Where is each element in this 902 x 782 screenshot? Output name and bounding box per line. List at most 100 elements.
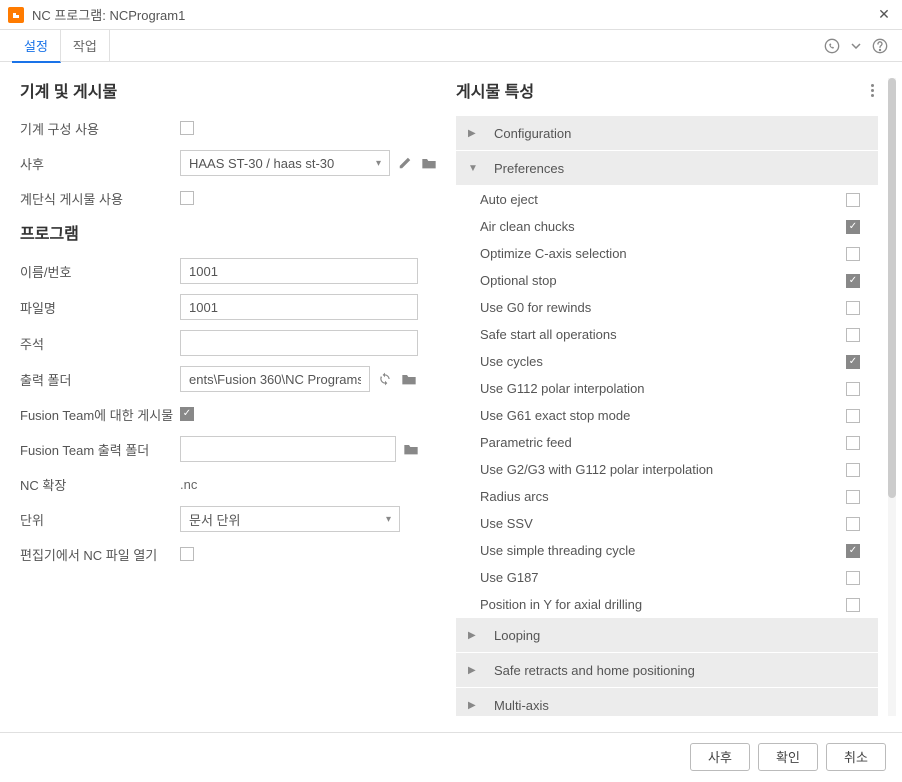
pref-checkbox[interactable]: [846, 544, 860, 558]
pref-row: Use G0 for rewinds: [456, 294, 878, 321]
pref-row: Position in Y for axial drilling: [456, 591, 878, 618]
pref-checkbox[interactable]: [846, 409, 860, 423]
pref-label: Optimize C-axis selection: [480, 246, 846, 261]
chevron-right-icon: ▶: [468, 630, 484, 641]
pref-checkbox[interactable]: [846, 220, 860, 234]
folder-icon[interactable]: [400, 370, 418, 388]
pref-checkbox[interactable]: [846, 490, 860, 504]
pref-row: Use G112 polar interpolation: [456, 375, 878, 402]
unit-label: 단위: [20, 510, 180, 529]
pref-label: Use G112 polar interpolation: [480, 381, 846, 396]
more-icon[interactable]: [867, 80, 878, 101]
accordion-multi-axis[interactable]: ▶ Multi-axis: [456, 688, 878, 716]
pref-label: Use G61 exact stop mode: [480, 408, 846, 423]
name-number-input[interactable]: [180, 258, 418, 284]
accordion-preferences[interactable]: ▼ Preferences: [456, 151, 878, 185]
tab-operations[interactable]: 작업: [61, 30, 110, 61]
folder-icon[interactable]: [420, 154, 438, 172]
post-button[interactable]: 사후: [690, 743, 750, 771]
post-to-team-checkbox[interactable]: [180, 407, 194, 421]
file-name-label: 파일명: [20, 298, 180, 317]
ok-button[interactable]: 확인: [758, 743, 818, 771]
post-to-team-label: Fusion Team에 대한 게시물: [20, 405, 180, 424]
scrollbar[interactable]: [888, 78, 896, 716]
accordion-safe-retracts[interactable]: ▶ Safe retracts and home positioning: [456, 653, 878, 687]
right-panel: 게시물 특성 ▶ Configuration ▼ Preferences Aut…: [440, 62, 902, 732]
pref-row: Parametric feed: [456, 429, 878, 456]
section-machine-header: 기계 및 게시물: [20, 78, 420, 102]
pref-label: Use G187: [480, 570, 846, 585]
pref-label: Use SSV: [480, 516, 846, 531]
pref-row: Optimize C-axis selection: [456, 240, 878, 267]
folder-icon[interactable]: [402, 440, 420, 458]
toolbar: 설정 작업: [0, 30, 902, 62]
pref-checkbox[interactable]: [846, 247, 860, 261]
app-icon: [8, 7, 24, 23]
pref-checkbox[interactable]: [846, 571, 860, 585]
close-button[interactable]: ✕: [874, 6, 894, 23]
pref-label: Use simple threading cycle: [480, 543, 846, 558]
pref-checkbox[interactable]: [846, 517, 860, 531]
name-number-label: 이름/번호: [20, 262, 180, 281]
open-in-editor-checkbox[interactable]: [180, 547, 194, 561]
post-label: 사후: [20, 154, 180, 173]
pref-checkbox[interactable]: [846, 193, 860, 207]
pref-label: Use G2/G3 with G112 polar interpolation: [480, 462, 846, 477]
chevron-down-icon[interactable]: [850, 36, 862, 56]
pref-checkbox[interactable]: [846, 301, 860, 315]
chevron-right-icon: ▶: [468, 665, 484, 676]
pref-label: Use G0 for rewinds: [480, 300, 846, 315]
pref-checkbox[interactable]: [846, 382, 860, 396]
pref-row: Use simple threading cycle: [456, 537, 878, 564]
nc-extension-value: .nc: [180, 477, 197, 492]
left-panel: 기계 및 게시물 기계 구성 사용 사후 HAAS ST-30 / haas s…: [0, 62, 440, 732]
nc-extension-label: NC 확장: [20, 475, 180, 494]
unit-select[interactable]: 문서 단위 ▾: [180, 506, 400, 532]
open-in-editor-label: 편집기에서 NC 파일 열기: [20, 545, 180, 564]
output-folder-label: 출력 폴더: [20, 370, 180, 389]
pref-row: Use cycles: [456, 348, 878, 375]
cascading-post-label: 계단식 게시물 사용: [20, 189, 180, 208]
pref-checkbox[interactable]: [846, 463, 860, 477]
cancel-button[interactable]: 취소: [826, 743, 886, 771]
pref-label: Optional stop: [480, 273, 846, 288]
refresh-icon[interactable]: [376, 370, 394, 388]
pref-row: Safe start all operations: [456, 321, 878, 348]
pref-checkbox[interactable]: [846, 598, 860, 612]
pref-row: Use G61 exact stop mode: [456, 402, 878, 429]
comment-input[interactable]: [180, 330, 418, 356]
pref-label: Parametric feed: [480, 435, 846, 450]
pref-row: Optional stop: [456, 267, 878, 294]
output-folder-input[interactable]: [180, 366, 370, 392]
phone-icon[interactable]: [822, 36, 842, 56]
team-output-folder-input[interactable]: [180, 436, 396, 462]
edit-icon[interactable]: [396, 154, 414, 172]
post-select[interactable]: HAAS ST-30 / haas st-30 ▾: [180, 150, 390, 176]
accordion-looping[interactable]: ▶ Looping: [456, 618, 878, 652]
pref-row: Auto eject: [456, 186, 878, 213]
window-title: NC 프로그램: NCProgram1: [32, 5, 874, 24]
accordion-configuration[interactable]: ▶ Configuration: [456, 116, 878, 150]
file-name-input[interactable]: [180, 294, 418, 320]
titlebar: NC 프로그램: NCProgram1 ✕: [0, 0, 902, 30]
use-machine-config-checkbox[interactable]: [180, 121, 194, 135]
tab-settings[interactable]: 설정: [12, 30, 61, 63]
scrollbar-thumb[interactable]: [888, 78, 896, 498]
chevron-right-icon: ▶: [468, 128, 484, 139]
pref-checkbox[interactable]: [846, 355, 860, 369]
pref-checkbox[interactable]: [846, 436, 860, 450]
help-icon[interactable]: [870, 36, 890, 56]
team-output-folder-label: Fusion Team 출력 폴더: [20, 440, 180, 459]
pref-checkbox[interactable]: [846, 328, 860, 342]
post-properties-header: 게시물 특성: [456, 78, 878, 102]
cascading-post-checkbox[interactable]: [180, 191, 194, 205]
use-machine-config-label: 기계 구성 사용: [20, 119, 180, 138]
pref-label: Air clean chucks: [480, 219, 846, 234]
pref-checkbox[interactable]: [846, 274, 860, 288]
chevron-down-icon: ▾: [386, 514, 391, 525]
chevron-down-icon: ▼: [468, 163, 484, 174]
pref-label: Safe start all operations: [480, 327, 846, 342]
pref-row: Use G187: [456, 564, 878, 591]
chevron-down-icon: ▾: [376, 158, 381, 169]
footer: 사후 확인 취소: [0, 732, 902, 780]
